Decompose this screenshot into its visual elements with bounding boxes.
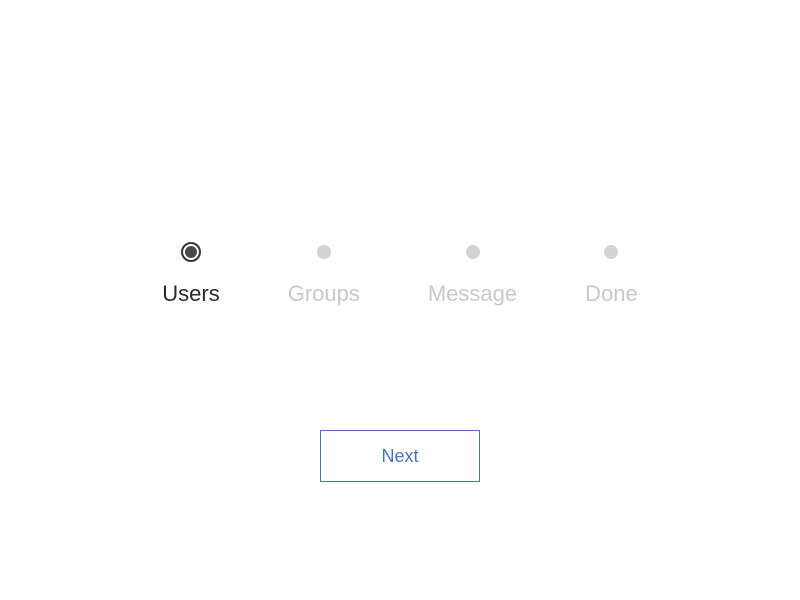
step-circle-icon (181, 242, 201, 262)
next-button[interactable]: Next (320, 430, 480, 482)
wizard-step-message[interactable]: Message (428, 245, 517, 307)
step-circle-icon (317, 245, 331, 259)
wizard-steps: Users Groups Message Done (0, 245, 800, 307)
wizard-step-done[interactable]: Done (585, 245, 638, 307)
step-label: Done (585, 281, 638, 307)
step-label: Message (428, 281, 517, 307)
step-label: Groups (288, 281, 360, 307)
wizard-step-groups[interactable]: Groups (288, 245, 360, 307)
wizard-step-users[interactable]: Users (162, 245, 219, 307)
step-circle-icon (466, 245, 480, 259)
step-label: Users (162, 281, 219, 307)
step-circle-icon (604, 245, 618, 259)
